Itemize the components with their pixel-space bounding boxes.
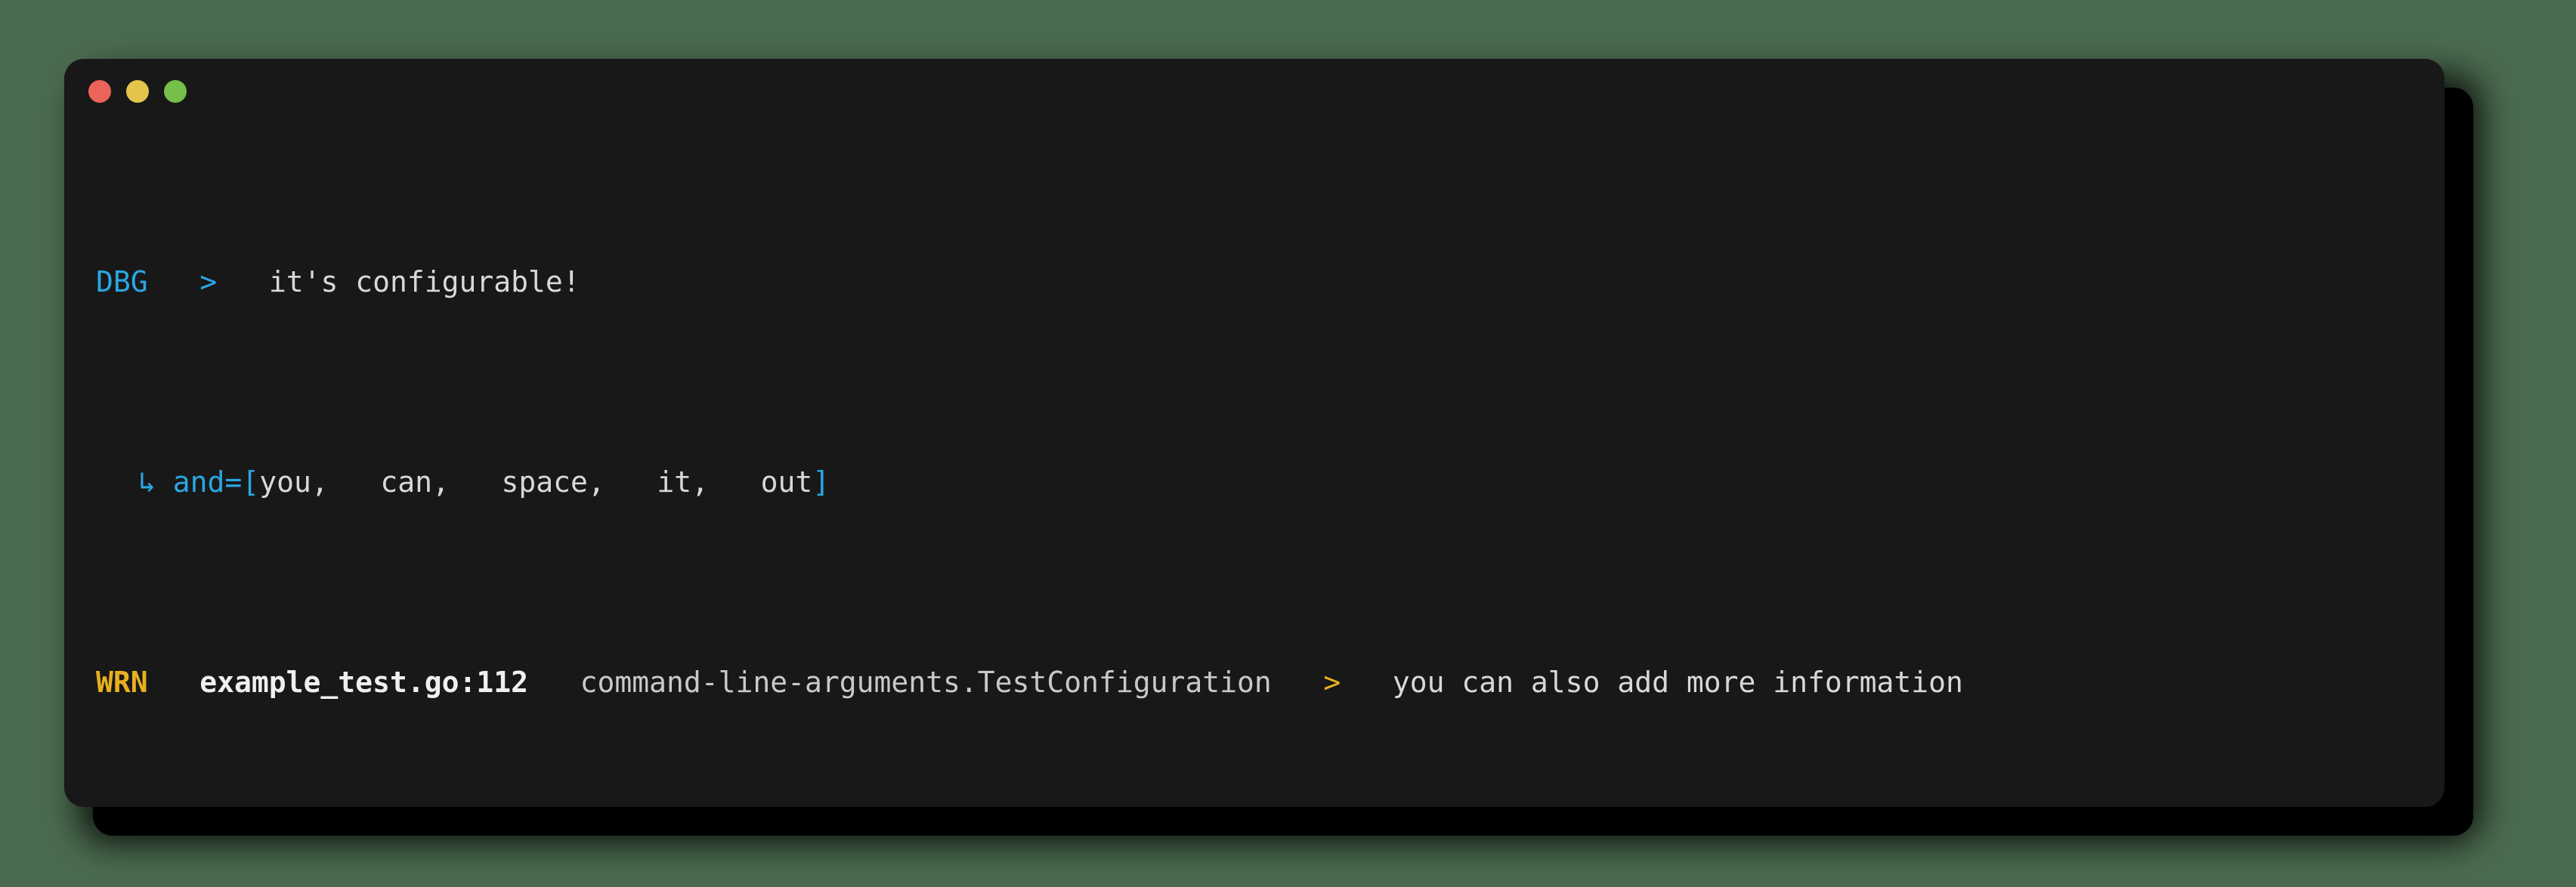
log-level-debug: DBG xyxy=(96,264,148,298)
close-button-icon[interactable] xyxy=(88,80,111,103)
log-separator-warn: > xyxy=(1323,665,1341,699)
log-level-warn: WRN xyxy=(96,665,148,699)
log-logger-name: command-line-arguments.TestConfiguration xyxy=(580,665,1272,699)
terminal-window: DBG > it's configurable! ↳ and=[you, can… xyxy=(64,59,2445,807)
log-message-debug: it's configurable! xyxy=(268,264,580,298)
log-caller[interactable]: example_test.go:112 xyxy=(199,668,528,697)
field-key-and: and= xyxy=(172,465,243,499)
log-message-warn: you can also add more information xyxy=(1392,665,1963,699)
terminal-titlebar[interactable] xyxy=(64,59,2445,124)
log-field-debug-and: ↳ and=[you, can, space, it, out] xyxy=(96,439,2414,524)
log-entry-debug: DBG > it's configurable! xyxy=(96,239,2414,324)
window-controls xyxy=(88,80,187,103)
desktop-background: DBG > it's configurable! ↳ and=[you, can… xyxy=(0,0,2576,887)
maximize-button-icon[interactable] xyxy=(164,80,187,103)
log-separator-debug: > xyxy=(199,264,218,298)
field-arrow-icon: ↳ xyxy=(138,465,156,499)
log-entry-warn: WRN example_test.go:112 command-line-arg… xyxy=(96,639,2414,725)
field-open-bracket: [ xyxy=(242,465,260,499)
terminal-log-output: DBG > it's configurable! ↳ and=[you, can… xyxy=(64,124,2445,807)
minimize-button-icon[interactable] xyxy=(126,80,149,103)
field-value-and-list: you, can, space, it, out xyxy=(259,465,813,499)
field-close-bracket: ] xyxy=(812,465,830,499)
